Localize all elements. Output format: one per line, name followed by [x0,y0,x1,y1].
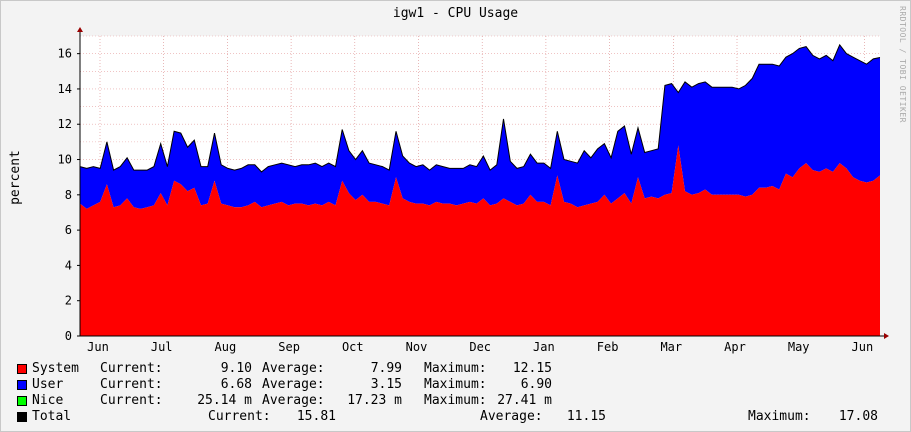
legend: System Current: 9.10 Average: 7.99 Maxim… [16,361,896,425]
x-tick-label: Oct [342,340,364,354]
current-value: 6.68 [220,377,252,392]
maximum-label: Maximum: [424,361,487,376]
x-tick-label: Mar [660,340,682,354]
current-value: 9.10 [220,361,252,376]
average-value: 3.15 [370,377,402,392]
y-tick-label: 8 [65,188,72,202]
maximum-label: Maximum: [748,409,811,424]
x-tick-label: Dec [469,340,491,354]
maximum-value: 17.08 [838,409,878,424]
average-label: Average: [262,377,325,392]
legend-row-system: System Current: 9.10 Average: 7.99 Maxim… [16,361,896,377]
y-tick-label: 6 [65,223,72,237]
legend-row-total: Total Current: 15.81 Average: 11.15 Maxi… [16,409,896,425]
x-tick-label: Aug [215,340,237,354]
x-tick-label: Jun [852,340,874,354]
x-tick-label: Apr [724,340,746,354]
current-value: 15.81 [296,409,336,424]
x-tick-label: Jul [151,340,173,354]
y-tick-label: 2 [65,294,72,308]
legend-name: Total [32,409,72,424]
legend-row-user: User Current: 6.68 Average: 3.15 Maximum… [16,377,896,393]
y-tick-label: 10 [58,153,72,167]
x-tick-label: Jun [87,340,109,354]
x-tick-label: Feb [597,340,619,354]
x-tick-label: May [788,340,810,354]
average-label: Average: [262,361,325,376]
y-tick-label: 14 [58,82,72,96]
legend-name: System [32,361,79,376]
y-tick-label: 16 [58,47,72,61]
x-tick-label: Sep [278,340,300,354]
current-label: Current: [208,409,271,424]
system-swatch [17,364,27,374]
current-label: Current: [100,377,163,392]
y-tick-label: 12 [58,117,72,131]
maximum-value: 6.90 [520,377,552,392]
average-label: Average: [262,393,325,408]
maximum-value: 27.41 m [497,393,552,408]
x-tick-label: Nov [406,340,428,354]
maximum-value: 12.15 [512,361,552,376]
y-tick-label: 4 [65,258,72,272]
maximum-label: Maximum: [424,377,487,392]
average-label: Average: [480,409,543,424]
total-swatch [17,412,27,422]
nice-swatch [17,396,27,406]
legend-name: User [32,377,64,392]
average-value: 11.15 [566,409,606,424]
current-label: Current: [100,393,163,408]
legend-row-nice: Nice Current: 25.14 m Average: 17.23 m M… [16,393,896,409]
current-label: Current: [100,361,163,376]
average-value: 7.99 [370,361,402,376]
current-value: 25.14 m [197,393,252,408]
x-tick-label: Jan [533,340,555,354]
y-axis-arrow [77,27,83,32]
y-tick-label: 0 [65,329,72,343]
x-axis-arrow [884,333,889,339]
cpu-usage-chart: Jun Jul Aug Sep Oct Nov Dec Jan Feb Mar Apr May Jun 0… [58,27,889,354]
user-swatch [17,380,27,390]
average-value: 17.23 m [347,393,402,408]
legend-name: Nice [32,393,64,408]
maximum-label: Maximum: [424,393,487,408]
